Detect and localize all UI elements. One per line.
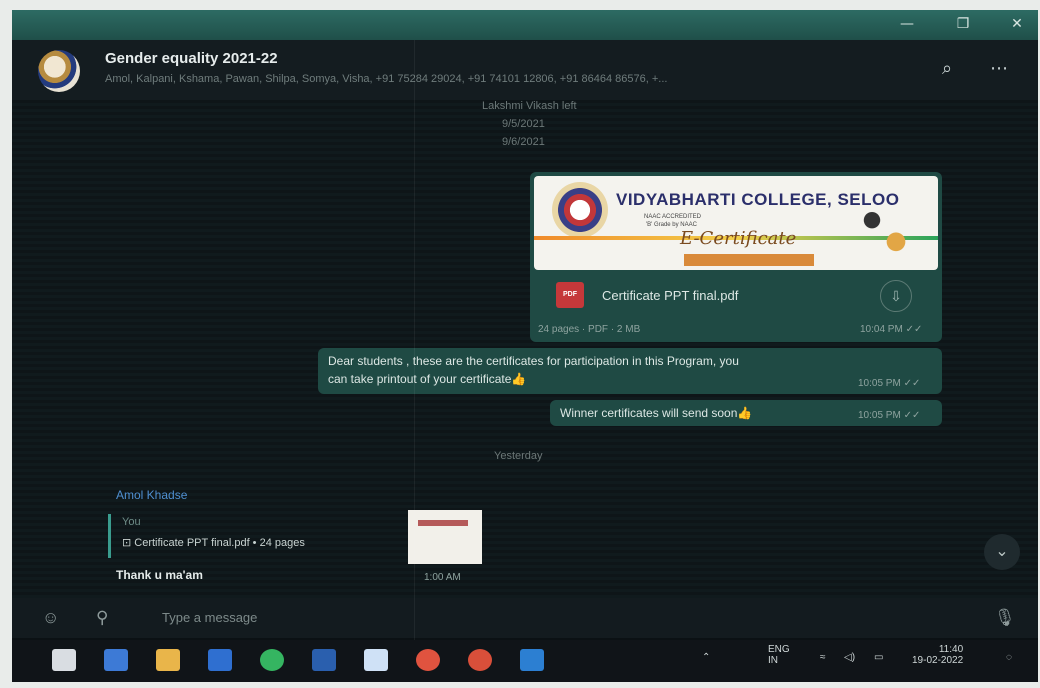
language-bottom: IN <box>768 655 778 666</box>
system-message: 9/6/2021 <box>502 136 545 148</box>
chat-header[interactable]: Gender equality 2021-22 Amol, Kalpani, K… <box>12 40 1038 100</box>
chrome-icon[interactable] <box>416 649 440 671</box>
word-icon[interactable] <box>312 649 336 671</box>
pdf-icon: PDF <box>556 282 584 308</box>
clock-date: 19-02-2022 <box>912 655 964 666</box>
composer[interactable]: ☺ ⚲ Type a message 🎙 <box>12 598 1038 638</box>
message-time: 10:04 PM ✓✓ <box>860 324 923 335</box>
whatsapp-window: — ❐ ✕ Gender equality 2021-22 Amol, Kalp… <box>12 10 1038 682</box>
minimize-button[interactable]: — <box>892 14 922 34</box>
mail-icon[interactable] <box>208 649 232 671</box>
photo-seam <box>414 40 415 640</box>
zoom-icon[interactable] <box>104 649 128 671</box>
quoted-thumbnail[interactable] <box>408 510 482 564</box>
pdf-message[interactable]: VIDYABHARTI COLLEGE, SELOO NAAC ACCREDIT… <box>530 172 942 342</box>
title-bar: — ❐ ✕ <box>12 10 1038 40</box>
certificate-preview[interactable]: VIDYABHARTI COLLEGE, SELOO NAAC ACCREDIT… <box>534 176 938 270</box>
tray-chevron-icon[interactable]: ⌃ <box>702 652 710 663</box>
certificate-small-text: NAAC ACCREDITED <box>644 214 702 220</box>
more-icon[interactable]: ⋯ <box>990 58 1008 79</box>
message-text: Dear students , these are the certificat… <box>328 354 739 368</box>
emoji-icon[interactable]: ☺ <box>42 608 59 628</box>
pdf-file-name[interactable]: Certificate PPT final.pdf <box>602 288 738 303</box>
dropbox-icon[interactable] <box>364 649 388 671</box>
quote-bar <box>108 514 111 558</box>
browser-icon[interactable] <box>468 649 492 671</box>
attach-icon[interactable]: ⚲ <box>96 608 108 628</box>
scroll-down-icon[interactable]: ⌄ <box>984 534 1020 570</box>
message-time: 10:05 PM ✓✓ <box>858 410 921 421</box>
college-logo <box>552 182 608 238</box>
wifi-icon[interactable]: ≈ <box>820 652 826 663</box>
folder-icon[interactable] <box>156 649 180 671</box>
message-time: 10:05 PM ✓✓ <box>858 378 921 389</box>
app-icon[interactable] <box>520 649 544 671</box>
message-text: Winner certificates will send soon👍 <box>560 406 753 420</box>
notification-icon[interactable]: ◌ <box>1006 652 1012 663</box>
quoted-author: You <box>122 516 141 528</box>
pdf-meta: 24 pages · PDF · 2 MB <box>538 324 641 335</box>
taskview-icon[interactable] <box>52 649 76 671</box>
group-avatar[interactable] <box>38 50 80 92</box>
taskbar: ⌃ ENG IN ≈ ◁) ▭ 11:40 19-02-2022 ◌ <box>12 640 1038 682</box>
microphone-icon[interactable]: 🎙 <box>994 608 1016 628</box>
message-text: can take printout of your certificate👍 <box>328 372 527 386</box>
close-button[interactable]: ✕ <box>1002 14 1032 34</box>
clock-time: 11:40 <box>938 644 964 655</box>
quoted-file[interactable]: ⊡ Certificate PPT final.pdf • 24 pages <box>122 536 305 549</box>
volume-icon[interactable]: ◁) <box>844 652 855 663</box>
whatsapp-icon[interactable] <box>260 649 284 671</box>
text-message[interactable]: Winner certificates will send soon👍 10:0… <box>550 400 942 426</box>
sender-name[interactable]: Amol Khadse <box>116 488 187 502</box>
download-icon[interactable]: ⇩ <box>880 280 912 312</box>
magnifier-figure <box>854 204 914 258</box>
message-input[interactable]: Type a message <box>162 610 257 625</box>
search-icon[interactable]: ⌕ <box>942 58 952 79</box>
battery-icon[interactable]: ▭ <box>874 652 883 663</box>
chat-members: Amol, Kalpani, Kshama, Pawan, Shilpa, So… <box>105 73 668 85</box>
message-list[interactable]: Lakshmi Vikash left 9/5/2021 9/6/2021 VI… <box>12 100 1038 598</box>
system-message: Lakshmi Vikash left <box>482 100 577 112</box>
message-time: 1:00 AM <box>424 572 461 583</box>
restore-button[interactable]: ❐ <box>948 14 978 34</box>
text-message[interactable]: Dear students , these are the certificat… <box>318 348 942 394</box>
language-top: ENG <box>768 644 790 655</box>
language-indicator[interactable]: ENG IN <box>768 644 790 666</box>
e-certificate-label: E-Certificate <box>680 228 797 249</box>
chat-title: Gender equality 2021-22 <box>105 50 278 67</box>
message-text: Thank u ma'am <box>116 568 203 582</box>
incoming-message[interactable]: Amol Khadse You ⊡ Certificate PPT final.… <box>108 488 488 588</box>
system-message: 9/5/2021 <box>502 118 545 130</box>
certificate-ribbon <box>684 254 814 266</box>
clock[interactable]: 11:40 19-02-2022 <box>912 644 963 666</box>
date-divider: Yesterday <box>494 450 543 462</box>
